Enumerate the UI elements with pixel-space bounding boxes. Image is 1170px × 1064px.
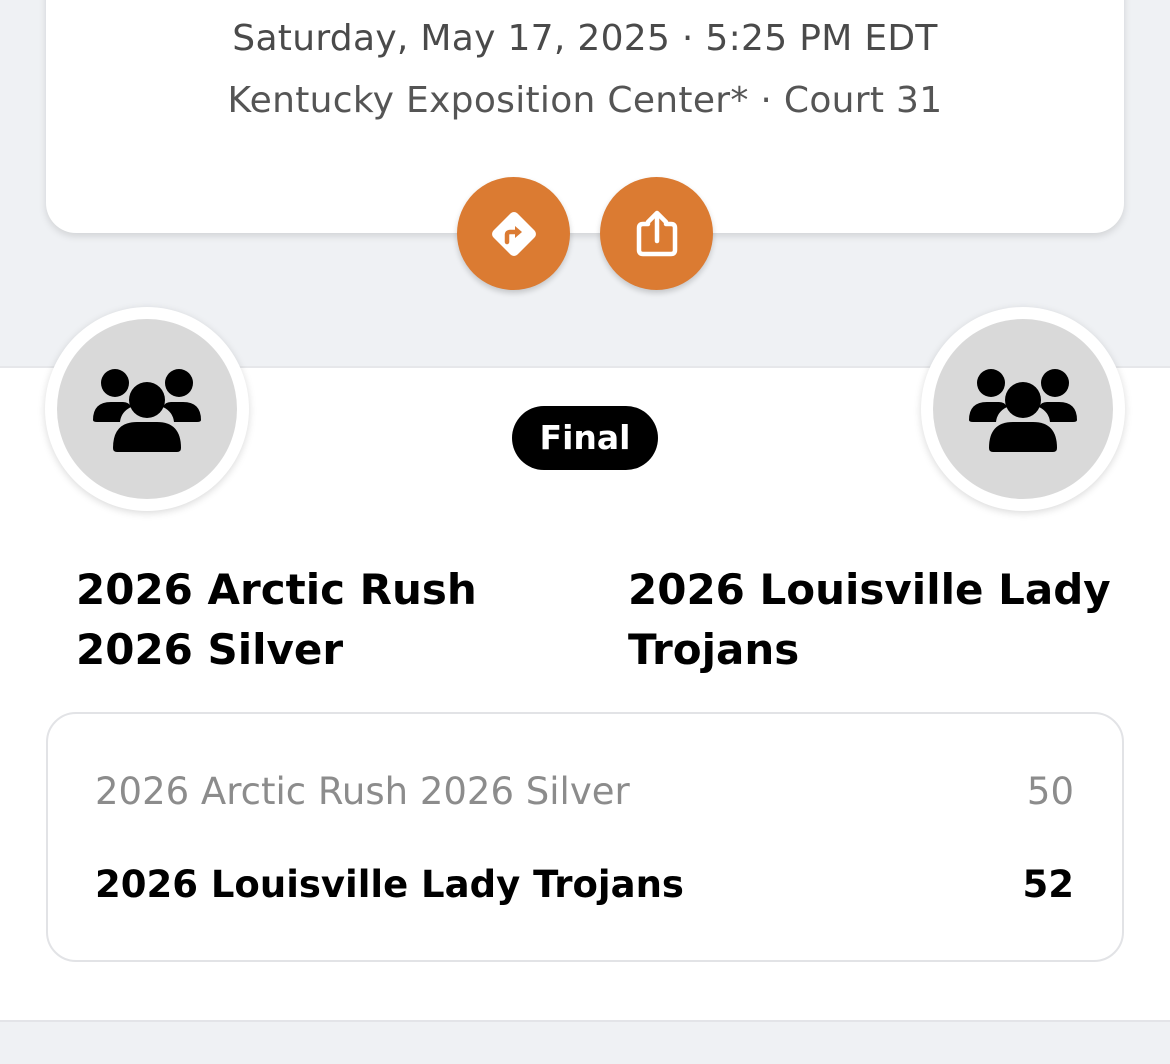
- away-team-name[interactable]: 2026 Louisville Lady Trojans: [628, 560, 1128, 680]
- score-row-points: 52: [1022, 862, 1075, 906]
- event-date-time: Saturday, May 17, 2025 · 5:25 PM EDT: [232, 18, 938, 59]
- home-team-name[interactable]: 2026 Arctic Rush 2026 Silver: [76, 560, 576, 680]
- score-row-team: 2026 Arctic Rush 2026 Silver: [95, 769, 630, 813]
- score-row-points: 50: [1026, 769, 1074, 813]
- team-group-icon: [969, 369, 1077, 452]
- score-row: 2026 Arctic Rush 2026 Silver 50: [95, 766, 1074, 816]
- directions-button[interactable]: [457, 177, 570, 290]
- share-icon: [636, 210, 677, 256]
- event-venue: Kentucky Exposition Center* · Court 31: [227, 80, 943, 121]
- directions-icon: [491, 211, 536, 256]
- away-team-avatar[interactable]: [921, 307, 1125, 511]
- event-info-card: Saturday, May 17, 2025 · 5:25 PM EDT Ken…: [46, 0, 1124, 233]
- share-button[interactable]: [600, 177, 713, 290]
- score-row-team: 2026 Louisville Lady Trojans: [95, 862, 684, 906]
- home-team-avatar[interactable]: [45, 307, 249, 511]
- score-row: 2026 Louisville Lady Trojans 52: [95, 859, 1074, 909]
- team-group-icon: [93, 369, 201, 452]
- game-status-badge: Final: [512, 406, 658, 470]
- score-card: 2026 Arctic Rush 2026 Silver 50 2026 Lou…: [46, 712, 1124, 962]
